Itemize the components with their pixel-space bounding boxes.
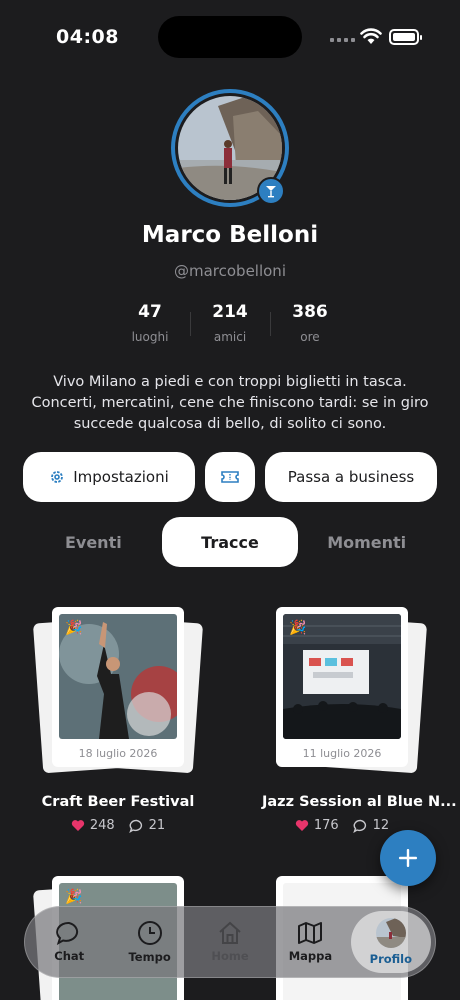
tab-tracce[interactable]: Tracce [161, 517, 299, 567]
bio-line: Vivo Milano a piedi e con troppi bigliet… [53, 374, 407, 390]
likes[interactable]: 248 [71, 818, 115, 833]
trace-card[interactable]: 🎉 18 luglio 2026 Craft Beer Festival 248… [32, 607, 204, 833]
party-popper-icon: 🎉 [65, 889, 83, 905]
plus-icon [399, 849, 417, 867]
cocktail-badge-icon [257, 177, 285, 205]
home-icon [219, 921, 241, 944]
stat-label: luoghi [131, 330, 169, 344]
wifi-icon [360, 28, 382, 44]
profile-name: Marco Belloni [141, 222, 319, 248]
tab-eventi[interactable]: Eventi [25, 517, 162, 567]
polaroid-photo: 🎉 18 luglio 2026 [52, 607, 184, 767]
tab-bar-mappa[interactable]: Mappa [270, 911, 350, 973]
stat-label: ore [300, 330, 320, 344]
heart-icon [295, 820, 308, 831]
comments-count: 21 [148, 818, 166, 833]
dynamic-island [158, 16, 302, 58]
status-time: 04:08 [56, 26, 119, 48]
stat-value: 386 [292, 302, 328, 322]
add-button[interactable] [380, 830, 436, 886]
heart-icon [71, 820, 84, 831]
tab-bar-label: Mappa [288, 949, 333, 963]
card-date: 18 luglio 2026 [78, 747, 158, 760]
comment-icon [352, 819, 366, 833]
bio-line: succede qualcosa di bello, di solito ci … [73, 416, 387, 432]
stat-value: 47 [138, 302, 162, 322]
tab-momenti[interactable]: Momenti [298, 517, 435, 567]
tab-bar-chat[interactable]: Chat [29, 911, 109, 973]
comments[interactable]: 12 [352, 818, 390, 833]
profile-tabs: Eventi Tracce Momenti [25, 516, 435, 568]
comment-icon [128, 819, 142, 833]
card-meta: 248 21 [38, 818, 198, 833]
card-title: Jazz Session al Blue N... [262, 794, 457, 810]
card-title: Craft Beer Festival [41, 794, 195, 810]
card-date: 11 luglio 2026 [302, 747, 382, 760]
likes-count: 248 [89, 818, 115, 833]
stat-places[interactable]: 47 luoghi [110, 302, 190, 344]
clock-icon [137, 921, 162, 945]
bottom-tab-bar: Chat Tempo Home Mappa Profilo [24, 906, 436, 978]
tab-bar-home[interactable]: Home [190, 911, 270, 973]
profile-bio: Vivo Milano a piedi e con troppi bigliet… [20, 372, 440, 435]
stat-value: 214 [212, 302, 248, 322]
cellular-signal-icon [330, 38, 355, 42]
tab-bar-label: Tempo [128, 950, 171, 964]
battery-icon [389, 29, 422, 45]
tab-bar-profilo[interactable]: Profilo [350, 911, 432, 973]
tab-bar-label: Chat [54, 949, 85, 963]
settings-label: Impostazioni [73, 468, 169, 486]
profile-actions: Impostazioni Passa a business [23, 452, 437, 502]
tickets-button[interactable] [205, 452, 255, 502]
profile-handle: @marcobelloni [173, 262, 286, 280]
gear-icon [51, 471, 64, 483]
photo-stack: 🎉 11 luglio 2026 [262, 607, 428, 774]
switch-to-business-button[interactable]: Passa a business [265, 452, 437, 502]
party-popper-icon: 🎉 [65, 620, 83, 636]
comments-count: 12 [372, 818, 390, 833]
polaroid-photo: 🎉 11 luglio 2026 [276, 607, 408, 767]
comments[interactable]: 21 [128, 818, 166, 833]
map-icon [298, 922, 323, 944]
avatar [375, 918, 406, 948]
party-popper-icon: 🎉 [289, 620, 307, 636]
bio-line: Concerti, mercatini, cene che finiscono … [31, 395, 429, 411]
tab-bar-label: Profilo [369, 952, 413, 966]
photo-stack: 🎉 18 luglio 2026 [32, 607, 204, 774]
ticket-icon [221, 471, 239, 483]
likes[interactable]: 176 [295, 818, 339, 833]
tab-bar-tempo[interactable]: Tempo [109, 911, 189, 973]
stat-label: amici [213, 330, 247, 344]
tab-bar-label: Home [211, 949, 249, 963]
chat-bubble-icon [56, 921, 79, 945]
stat-friends[interactable]: 214 amici [190, 302, 270, 344]
profile-stats: 47 luoghi 214 amici 386 ore [110, 302, 350, 344]
settings-button[interactable]: Impostazioni [23, 452, 195, 502]
status-bar: 04:08 [0, 0, 460, 70]
trace-card[interactable]: 🎉 11 luglio 2026 Jazz Session al Blue N.… [262, 607, 457, 833]
stat-hours[interactable]: 386 ore [270, 302, 350, 344]
likes-count: 176 [313, 818, 339, 833]
